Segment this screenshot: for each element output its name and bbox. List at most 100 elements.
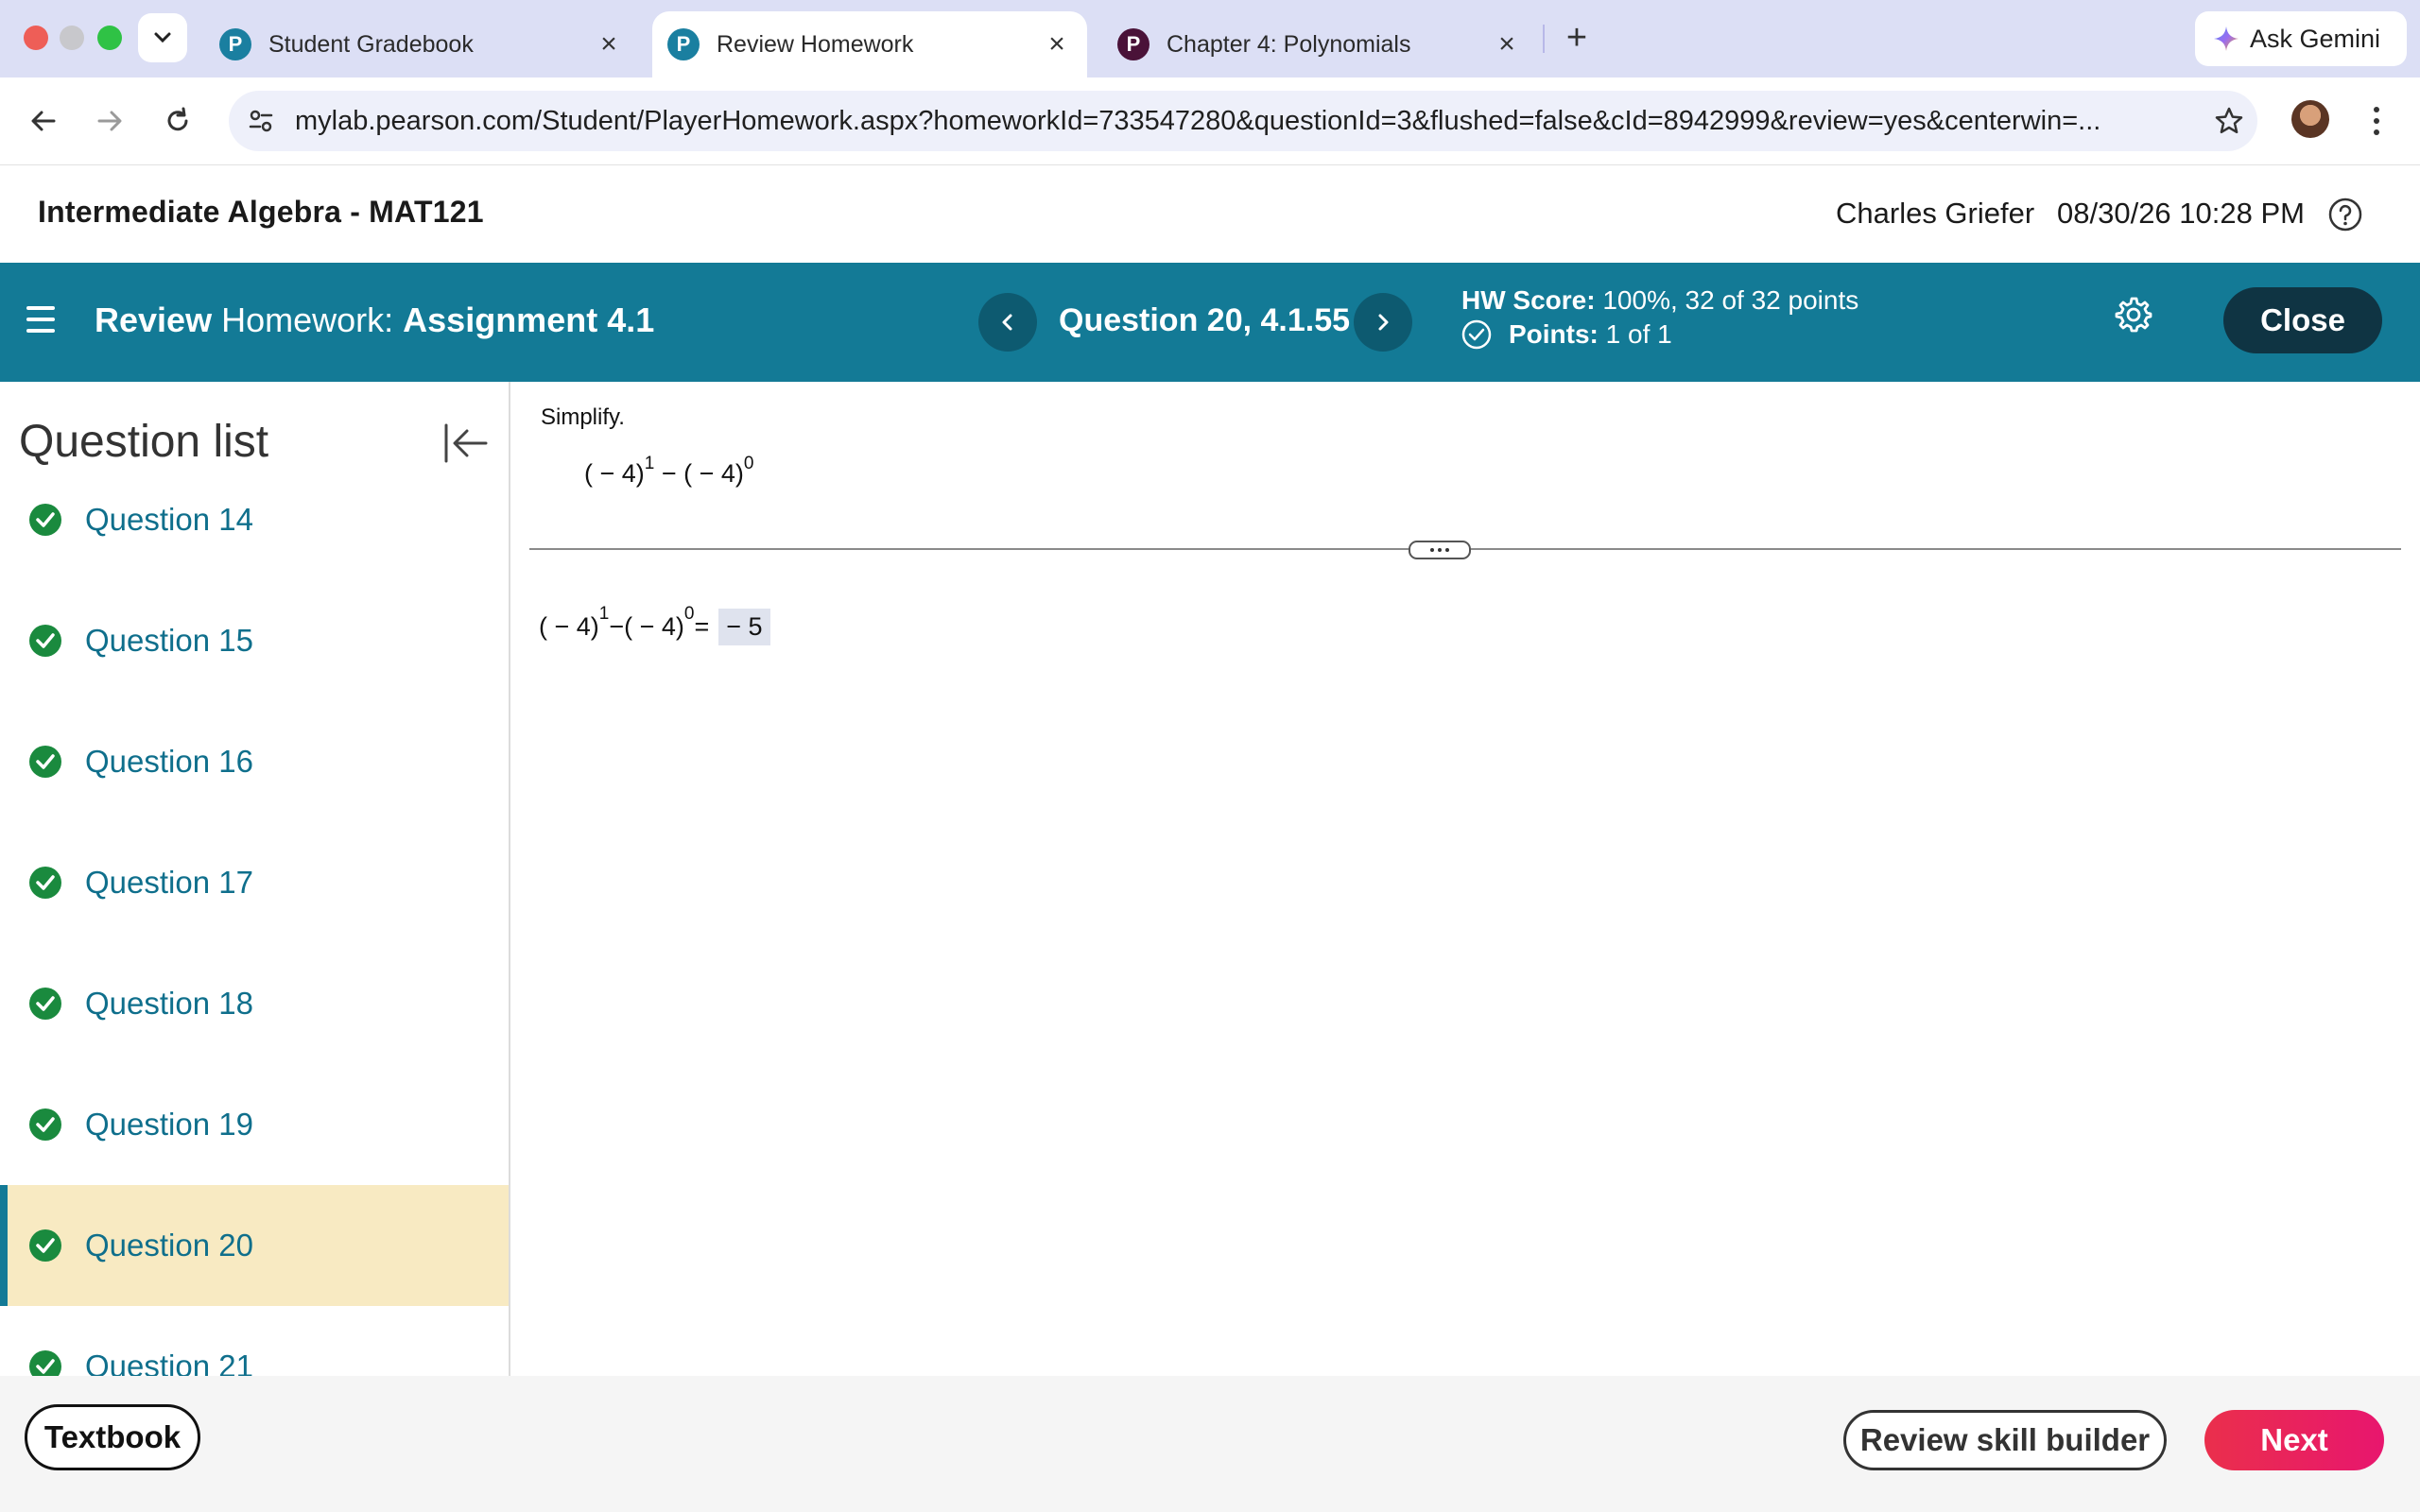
- back-button[interactable]: [21, 98, 66, 144]
- ask-gemini-label: Ask Gemini: [2250, 24, 2381, 53]
- tab-chapter-4-polynomials[interactable]: P Chapter 4: Polynomials ×: [1102, 11, 1537, 77]
- next-question-arrow-button[interactable]: [1354, 293, 1412, 352]
- review-skill-builder-button[interactable]: Review skill builder: [1843, 1410, 2167, 1470]
- check-circle-icon: [28, 1228, 62, 1263]
- new-tab-button[interactable]: +: [1558, 17, 1596, 59]
- reload-button[interactable]: [155, 98, 200, 144]
- pearson-favicon-icon: P: [667, 28, 700, 60]
- question-list-label: Question 19: [85, 1107, 253, 1142]
- question-list-item-17[interactable]: Question 17: [0, 822, 509, 943]
- reload-icon: [167, 107, 188, 131]
- ask-gemini-button[interactable]: Ask Gemini: [2195, 11, 2407, 66]
- title-homework: Homework:: [221, 301, 394, 339]
- arrow-right-icon: [97, 111, 122, 131]
- question-list-item-20[interactable]: Question 20: [0, 1185, 509, 1306]
- points: Points: 1 of 1: [1461, 319, 1672, 350]
- tab-search-button[interactable]: [138, 13, 187, 62]
- question-list-label: Question 14: [85, 502, 253, 537]
- answer-minus: −: [609, 612, 625, 641]
- check-circle-icon: [28, 624, 62, 658]
- expr-minus: −: [654, 459, 684, 488]
- question-instruction: Simplify.: [541, 404, 625, 430]
- tab-close-icon[interactable]: ×: [1490, 28, 1524, 60]
- question-list-item-14[interactable]: Question 14: [0, 459, 509, 580]
- user-name: Charles Griefer: [1836, 197, 2035, 230]
- pearson-favicon-icon: P: [1117, 28, 1150, 60]
- site-settings-icon[interactable]: [248, 108, 274, 134]
- question-list-label: Question 20: [85, 1228, 253, 1263]
- browser-toolbar: mylab.pearson.com/Student/PlayerHomework…: [0, 77, 2420, 165]
- hw-score-value: 100%, 32 of 32 points: [1602, 285, 1859, 315]
- window-close-control[interactable]: [24, 26, 48, 50]
- tab-title: Review Homework: [717, 30, 914, 58]
- answer-expression: ( − 4) 1 − ( − 4) 0 = − 5: [539, 604, 770, 645]
- window-minimize-control[interactable]: [60, 26, 84, 50]
- profile-avatar[interactable]: [2291, 100, 2329, 138]
- expr-base-2: ( − 4): [683, 459, 744, 488]
- course-header: Intermediate Algebra - MAT121 Charles Gr…: [0, 166, 2420, 263]
- question-list-item-16[interactable]: Question 16: [0, 701, 509, 822]
- question-list-label: Question 21: [85, 1349, 253, 1376]
- help-icon[interactable]: [2327, 197, 2363, 237]
- tab-title: Student Gradebook: [268, 30, 474, 58]
- expr-exponent-1: 1: [644, 454, 655, 473]
- browser-tab-bar: P Student Gradebook × P Review Homework …: [0, 0, 2420, 77]
- textbook-button[interactable]: Textbook: [25, 1404, 200, 1470]
- settings-gear-icon[interactable]: [2114, 295, 2153, 339]
- question-number-label: Question 20, 4.1.55: [1059, 302, 1351, 338]
- check-circle-icon: [28, 1108, 62, 1142]
- question-list-label: Question 15: [85, 623, 253, 658]
- title-review: Review: [95, 301, 213, 339]
- tab-student-gradebook[interactable]: P Student Gradebook ×: [204, 11, 639, 77]
- question-list-panel: Question list Question 14 Question 15 Qu…: [0, 382, 510, 1376]
- answer-exponent-1: 1: [598, 603, 610, 624]
- question-list-item-15[interactable]: Question 15: [0, 580, 509, 701]
- current-datetime: 08/30/26 10:28 PM: [2057, 197, 2305, 230]
- points-label: Points:: [1509, 319, 1599, 349]
- answer-base-1: ( − 4): [539, 612, 599, 641]
- forward-button[interactable]: [87, 98, 132, 144]
- address-bar[interactable]: mylab.pearson.com/Student/PlayerHomework…: [229, 91, 2257, 151]
- close-button[interactable]: Close: [2223, 287, 2382, 353]
- bookmark-star-icon[interactable]: [2201, 106, 2257, 136]
- chevron-left-icon: [1002, 314, 1012, 331]
- assignment-bar: Review Homework: Assignment 4.1 Question…: [0, 263, 2420, 382]
- tab-separator: [1543, 25, 1545, 53]
- question-list-label: Question 16: [85, 744, 253, 779]
- question-list-item-21[interactable]: Question 21: [0, 1306, 509, 1376]
- tab-title: Chapter 4: Polynomials: [1167, 30, 1411, 58]
- check-circle-icon: [28, 987, 62, 1021]
- divider-drag-handle[interactable]: [1409, 541, 1471, 559]
- answer-base-2: ( − 4): [624, 612, 684, 641]
- browser-menu-icon[interactable]: [2358, 98, 2395, 144]
- hamburger-menu-icon[interactable]: [26, 306, 55, 333]
- window-zoom-control[interactable]: [97, 26, 122, 50]
- previous-question-button[interactable]: [978, 293, 1037, 352]
- chevron-right-icon: [1378, 314, 1389, 331]
- expr-base-1: ( − 4): [584, 459, 645, 488]
- answer-box[interactable]: − 5: [718, 609, 770, 645]
- pearson-favicon-icon: P: [219, 28, 251, 60]
- arrow-left-icon: [31, 111, 56, 131]
- answer-equals: =: [694, 612, 710, 641]
- question-area: Simplify. ( − 4)1 − ( − 4)0 ( − 4) 1 − ( …: [510, 382, 2420, 1376]
- question-list-item-19[interactable]: Question 19: [0, 1064, 509, 1185]
- course-title: Intermediate Algebra - MAT121: [38, 195, 484, 229]
- tab-close-icon[interactable]: ×: [1040, 28, 1074, 60]
- question-list-label: Question 18: [85, 986, 253, 1021]
- footer-bar: Textbook Review skill builder Next: [0, 1376, 2420, 1512]
- check-circle-icon: [1461, 319, 1492, 350]
- next-button[interactable]: Next: [2204, 1410, 2384, 1470]
- check-circle-icon: [28, 1349, 62, 1376]
- answer-exponent-2: 0: [683, 603, 695, 624]
- tab-review-homework[interactable]: P Review Homework ×: [652, 11, 1087, 77]
- hw-score-label: HW Score:: [1461, 285, 1596, 315]
- check-circle-icon: [28, 745, 62, 779]
- question-list-label: Question 17: [85, 865, 253, 900]
- check-circle-icon: [28, 503, 62, 537]
- url-text[interactable]: mylab.pearson.com/Student/PlayerHomework…: [295, 106, 2201, 137]
- tab-close-icon[interactable]: ×: [592, 28, 626, 60]
- hw-score: HW Score: 100%, 32 of 32 points: [1461, 285, 1858, 316]
- question-expression: ( − 4)1 − ( − 4)0: [584, 454, 754, 489]
- question-list-item-18[interactable]: Question 18: [0, 943, 509, 1064]
